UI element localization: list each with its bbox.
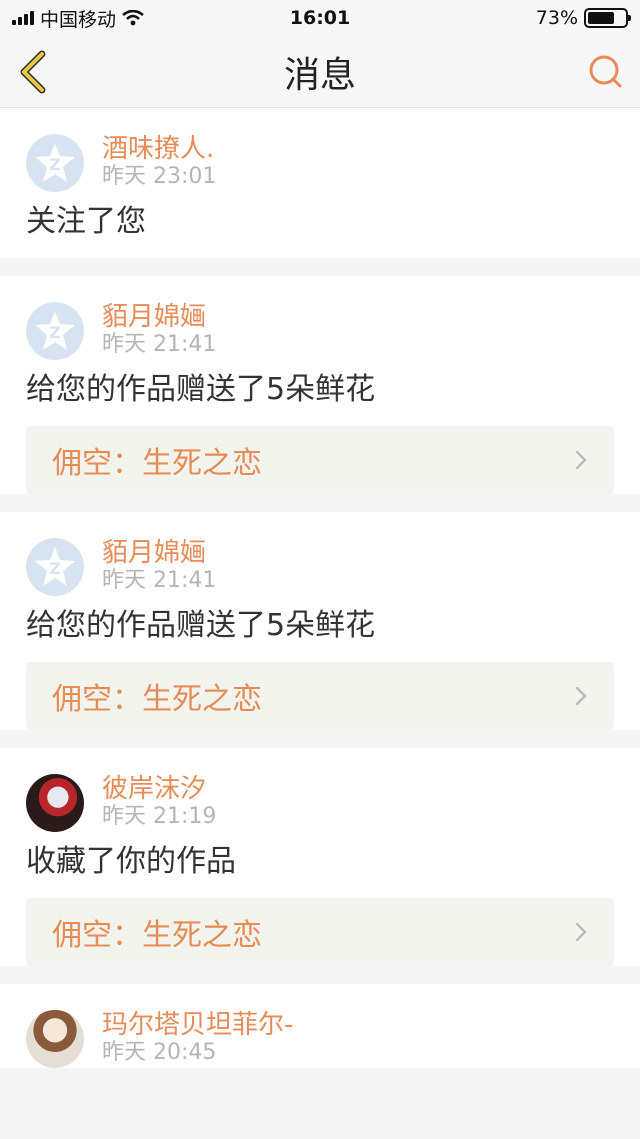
- carrier-info: 中国移动: [12, 5, 144, 32]
- message-time: 昨天 21:41: [102, 332, 217, 357]
- status-bar: 中国移动 16:01 73%: [0, 0, 640, 36]
- page-title: 消息: [283, 54, 356, 96]
- work-title: 佣空：生死之恋: [52, 918, 262, 953]
- message-time: 昨天 21:41: [102, 568, 217, 593]
- work-link[interactable]: 佣空：生死之恋: [26, 426, 614, 494]
- work-link[interactable]: 佣空：生死之恋: [26, 662, 614, 730]
- work-link[interactable]: 佣空：生死之恋: [26, 898, 614, 966]
- default-avatar-icon[interactable]: Z: [26, 302, 84, 360]
- message-content: 给您的作品赠送了5朵鲜花: [26, 372, 376, 407]
- message-card[interactable]: Z 貊月婂婳 昨天 21:41 给您的作品赠送了5朵鲜花 佣空：生死之恋: [0, 512, 640, 730]
- user-avatar[interactable]: [26, 774, 84, 832]
- default-avatar-icon[interactable]: Z: [26, 538, 84, 596]
- carrier-name: 中国移动: [40, 8, 117, 31]
- message-time: 昨天 21:19: [102, 804, 217, 829]
- battery-icon: [584, 8, 631, 28]
- svg-text:Z: Z: [49, 559, 61, 578]
- sender-name[interactable]: 貊月婂婳: [102, 302, 216, 332]
- message-list: Z 酒味撩人. 昨天 23:01 关注了您 Z 貊月婂婳 昨天 21:41 给您…: [0, 108, 640, 1086]
- message-content: 收藏了你的作品: [26, 844, 236, 879]
- default-avatar-icon[interactable]: Z: [26, 134, 84, 192]
- message-time: 昨天 20:45: [102, 1040, 217, 1065]
- nav-bar: 消息: [0, 36, 640, 108]
- message-card[interactable]: 彼岸沫汐 昨天 21:19 收藏了你的作品 佣空：生死之恋: [0, 748, 640, 966]
- svg-text:Z: Z: [49, 155, 61, 174]
- chevron-right-icon: [575, 450, 587, 470]
- sender-name[interactable]: 玛尔塔贝坦菲尔-: [102, 1010, 293, 1040]
- sender-name[interactable]: 貊月婂婳: [102, 538, 216, 568]
- battery-percent: 73%: [535, 7, 578, 29]
- chevron-right-icon: [575, 922, 587, 942]
- message-card[interactable]: Z 酒味撩人. 昨天 23:01 关注了您: [0, 108, 640, 258]
- message-card[interactable]: 玛尔塔贝坦菲尔- 昨天 20:45: [0, 984, 640, 1068]
- wifi-icon: [122, 10, 144, 26]
- work-title: 佣空：生死之恋: [52, 446, 262, 481]
- message-card[interactable]: Z 貊月婂婳 昨天 21:41 给您的作品赠送了5朵鲜花 佣空：生死之恋: [0, 276, 640, 494]
- message-content: 给您的作品赠送了5朵鲜花: [26, 608, 376, 643]
- message-time: 昨天 23:01: [102, 164, 217, 189]
- user-avatar[interactable]: [26, 1010, 84, 1068]
- sender-name[interactable]: 酒味撩人.: [102, 134, 216, 164]
- chevron-right-icon: [575, 686, 587, 706]
- signal-icon: [12, 11, 34, 25]
- back-arrow-icon[interactable]: [14, 50, 54, 94]
- search-icon[interactable]: [586, 52, 626, 92]
- work-title: 佣空：生死之恋: [52, 682, 262, 717]
- svg-text:Z: Z: [49, 323, 61, 342]
- sender-name[interactable]: 彼岸沫汐: [102, 774, 216, 804]
- message-content: 关注了您: [26, 204, 146, 239]
